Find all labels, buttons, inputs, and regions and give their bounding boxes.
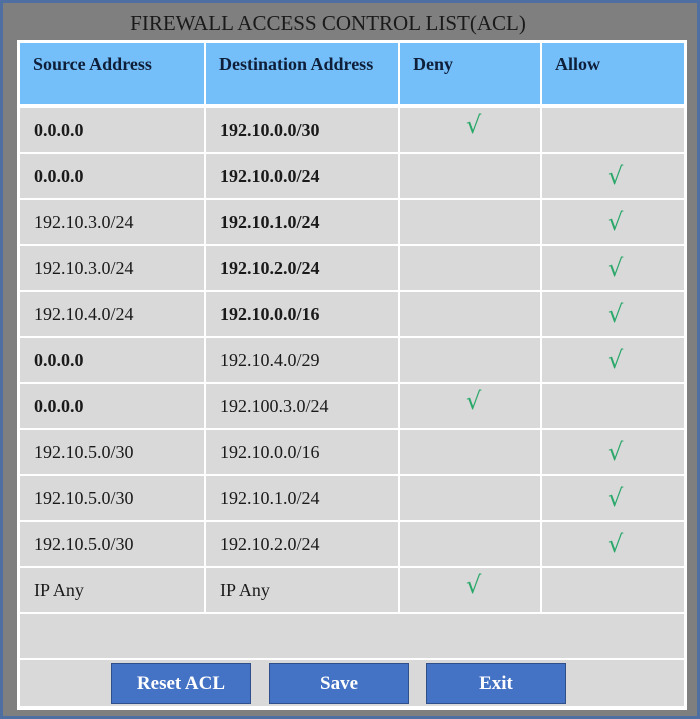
source-address-cell: IP Any	[20, 568, 204, 612]
source-address-cell: 192.10.3.0/24	[20, 246, 204, 290]
checkmark-icon: √	[466, 571, 482, 599]
source-address-cell: 0.0.0.0	[20, 108, 204, 152]
deny-cell: √	[400, 568, 540, 612]
header-allow: Allow	[542, 43, 684, 104]
destination-address-cell: 192.10.0.0/16	[206, 430, 398, 474]
checkmark-icon: √	[608, 438, 624, 466]
source-address-cell: 0.0.0.0	[20, 154, 204, 198]
deny-cell	[400, 292, 540, 336]
allow-cell	[542, 108, 684, 152]
checkmark-icon: √	[608, 208, 624, 236]
source-address-cell: 192.10.5.0/30	[20, 476, 204, 520]
checkmark-icon: √	[608, 346, 624, 374]
allow-cell: √	[542, 522, 684, 566]
window-title: FIREWALL ACCESS CONTROL LIST(ACL)	[130, 11, 526, 35]
allow-cell: √	[542, 476, 684, 520]
destination-address-cell: 192.10.1.0/24	[206, 476, 398, 520]
source-address-cell: 0.0.0.0	[20, 338, 204, 382]
checkmark-icon: √	[466, 111, 482, 139]
deny-cell: √	[400, 108, 540, 152]
destination-address-cell: 192.10.1.0/24	[206, 200, 398, 244]
button-bar: Reset ACL Save Exit	[20, 660, 684, 706]
deny-cell	[400, 154, 540, 198]
checkmark-icon: √	[466, 387, 482, 415]
deny-cell: √	[400, 384, 540, 428]
checkmark-icon: √	[608, 530, 624, 558]
checkmark-icon: √	[608, 484, 624, 512]
deny-cell	[400, 522, 540, 566]
source-address-cell: 192.10.4.0/24	[20, 292, 204, 336]
exit-button[interactable]: Exit	[426, 663, 566, 704]
destination-address-cell: IP Any	[206, 568, 398, 612]
allow-cell: √	[542, 430, 684, 474]
destination-address-cell: 192.10.4.0/29	[206, 338, 398, 382]
allow-cell	[542, 568, 684, 612]
destination-address-cell: 192.10.0.0/16	[206, 292, 398, 336]
allow-cell	[542, 384, 684, 428]
source-address-cell: 192.10.5.0/30	[20, 430, 204, 474]
source-address-cell: 192.10.5.0/30	[20, 522, 204, 566]
source-address-cell: 0.0.0.0	[20, 384, 204, 428]
checkmark-icon: √	[608, 162, 624, 190]
destination-address-cell: 192.100.3.0/24	[206, 384, 398, 428]
destination-address-cell: 192.10.0.0/24	[206, 154, 398, 198]
acl-window: FIREWALL ACCESS CONTROL LIST(ACL) Source…	[3, 3, 697, 716]
allow-cell: √	[542, 292, 684, 336]
allow-cell: √	[542, 154, 684, 198]
checkmark-icon: √	[608, 254, 624, 282]
deny-cell	[400, 246, 540, 290]
destination-address-cell: 192.10.0.0/30	[206, 108, 398, 152]
reset-acl-button[interactable]: Reset ACL	[111, 663, 251, 704]
header-source-address: Source Address	[20, 43, 204, 104]
source-address-cell: 192.10.3.0/24	[20, 200, 204, 244]
checkmark-icon: √	[608, 300, 624, 328]
save-button[interactable]: Save	[269, 663, 409, 704]
deny-cell	[400, 476, 540, 520]
allow-cell: √	[542, 200, 684, 244]
header-deny: Deny	[400, 43, 540, 104]
deny-cell	[400, 430, 540, 474]
deny-cell	[400, 200, 540, 244]
destination-address-cell: 192.10.2.0/24	[206, 522, 398, 566]
acl-panel: Source Address Destination Address Deny …	[17, 40, 687, 710]
allow-cell: √	[542, 246, 684, 290]
empty-row	[20, 614, 684, 658]
allow-cell: √	[542, 338, 684, 382]
destination-address-cell: 192.10.2.0/24	[206, 246, 398, 290]
header-destination-address: Destination Address	[206, 43, 398, 104]
deny-cell	[400, 338, 540, 382]
